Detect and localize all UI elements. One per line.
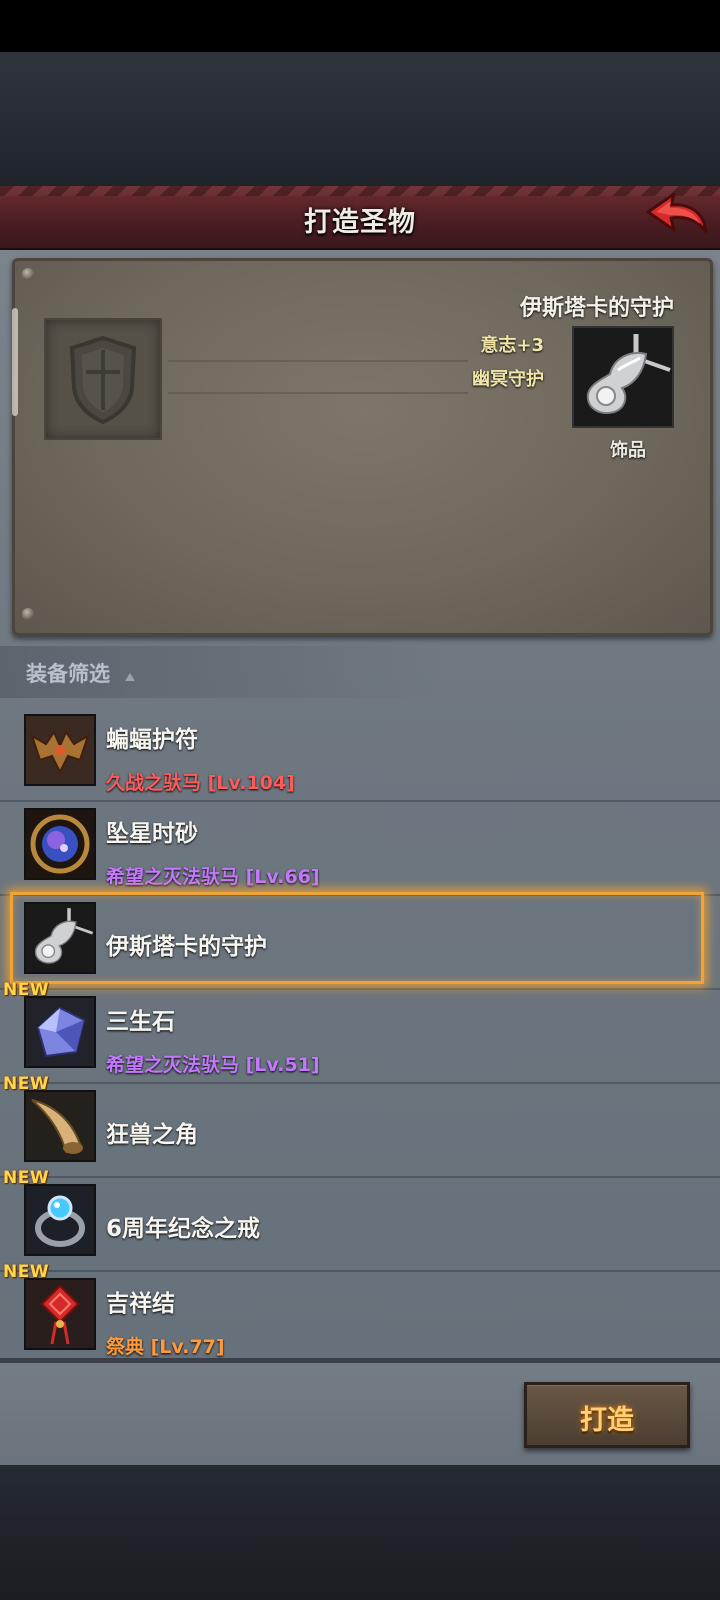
page-title: 打造圣物 bbox=[304, 207, 416, 238]
title-bar: 打造圣物 bbox=[0, 186, 720, 250]
item-name: 狂兽之角 bbox=[106, 1122, 198, 1148]
new-badge: NEW bbox=[3, 980, 50, 1000]
list-item[interactable]: NEW 狂兽之角 bbox=[0, 1074, 720, 1178]
top-background bbox=[0, 52, 720, 186]
item-icon-frame bbox=[24, 902, 96, 974]
new-badge: NEW bbox=[3, 1262, 50, 1282]
item-name: 坠星时砂 bbox=[106, 821, 198, 847]
preview-category: 饰品 bbox=[610, 440, 646, 461]
item-icon-frame bbox=[24, 996, 96, 1068]
item-icon-frame bbox=[24, 1090, 96, 1162]
list-item[interactable]: NEW 吉祥结 祭典 [Lv.77] bbox=[0, 1262, 720, 1358]
triangle-up-icon bbox=[125, 673, 135, 681]
status-bar-area bbox=[0, 0, 720, 52]
back-button[interactable] bbox=[644, 190, 710, 244]
silver-charm-icon bbox=[574, 328, 672, 426]
ring-icon bbox=[26, 1186, 94, 1254]
item-icon-frame bbox=[24, 1184, 96, 1256]
empty-slot bbox=[44, 318, 162, 440]
item-name: 吉祥结 bbox=[106, 1291, 175, 1317]
list-item[interactable]: NEW 三生石 希望之灭法驮马 [Lv.51] bbox=[0, 980, 720, 1084]
item-name: 蝙蝠护符 bbox=[106, 727, 198, 753]
item-icon-frame bbox=[24, 714, 96, 786]
item-name: 伊斯塔卡的守护 bbox=[106, 934, 267, 960]
divider bbox=[168, 360, 468, 362]
silver-charm-icon bbox=[26, 904, 94, 972]
horn-icon bbox=[26, 1092, 94, 1160]
new-badge: NEW bbox=[3, 1074, 50, 1094]
rivet bbox=[22, 268, 34, 280]
preview-item-icon bbox=[572, 326, 674, 428]
equipment-filter[interactable]: 装备筛选 bbox=[0, 646, 450, 698]
rivet bbox=[22, 608, 34, 620]
item-icon-frame bbox=[24, 808, 96, 880]
item-icon-frame bbox=[24, 1278, 96, 1350]
list-item[interactable]: 坠星时砂 希望之灭法驮马 [Lv.66] bbox=[0, 800, 720, 896]
bottom-background bbox=[0, 1465, 720, 1600]
filter-label: 装备筛选 bbox=[26, 662, 110, 686]
divider bbox=[168, 392, 468, 394]
hourglass-orb-icon bbox=[26, 810, 94, 878]
item-source: 希望之灭法驮马 [Lv.66] bbox=[106, 866, 320, 888]
preview-stat: 意志+3 bbox=[480, 335, 544, 356]
list-item[interactable]: 蝙蝠护符 久战之驮马 [Lv.104] bbox=[0, 706, 720, 802]
preview-stat: 幽冥守护 bbox=[472, 369, 544, 390]
item-source: 希望之灭法驮马 [Lv.51] bbox=[106, 1054, 320, 1076]
bat-amulet-icon bbox=[26, 716, 94, 784]
item-source: 祭典 [Lv.77] bbox=[106, 1336, 225, 1358]
list-item-selected[interactable]: 伊斯塔卡的守护 bbox=[0, 894, 720, 990]
list-item[interactable]: NEW 6周年纪念之戒 bbox=[0, 1168, 720, 1272]
item-name: 6周年纪念之戒 bbox=[106, 1216, 261, 1242]
item-source: 久战之驮马 [Lv.104] bbox=[106, 772, 295, 794]
back-arrow-icon bbox=[646, 192, 708, 234]
new-badge: NEW bbox=[3, 1168, 50, 1188]
crystal-stone-icon bbox=[26, 998, 94, 1066]
shield-icon bbox=[69, 335, 137, 425]
preview-scrollbar[interactable] bbox=[12, 308, 18, 416]
preview-item-name: 伊斯塔卡的守护 bbox=[519, 296, 674, 321]
craft-button[interactable]: 打造 bbox=[524, 1382, 690, 1448]
item-name: 三生石 bbox=[106, 1009, 175, 1035]
craft-button-label: 打造 bbox=[580, 1405, 634, 1436]
chinese-knot-icon bbox=[26, 1280, 94, 1348]
